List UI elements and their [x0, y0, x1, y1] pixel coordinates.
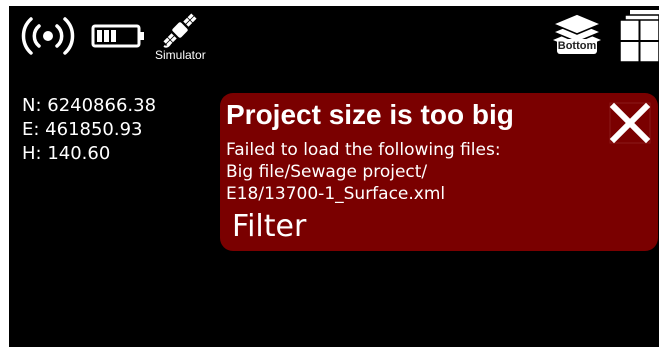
- filter-button[interactable]: Filter: [232, 209, 306, 244]
- alert-message-line: E18/13700-1_Surface.xml: [226, 184, 446, 204]
- close-icon: [609, 102, 651, 144]
- layers-button[interactable]: Bottom: [549, 10, 605, 62]
- radio-signal-icon: [21, 17, 75, 55]
- alert-message: Failed to load the following files: Big …: [226, 139, 501, 205]
- northing-value: N: 6240866.38: [22, 95, 157, 116]
- gnss-source-label: Simulator: [155, 48, 206, 62]
- position-readout: N: 6240866.38 E: 461850.93 H: 140.60: [22, 94, 156, 166]
- height-value: H: 140.60: [22, 143, 111, 164]
- alert-message-line: Failed to load the following files:: [226, 140, 501, 160]
- error-alert: Project size is too big Failed to load t…: [220, 93, 658, 251]
- alert-title: Project size is too big: [226, 99, 514, 130]
- battery-icon: [91, 24, 144, 48]
- window-layout-button[interactable]: [620, 10, 659, 62]
- close-button[interactable]: [608, 101, 652, 145]
- device-screen: Simulator Bottom N: 6240866.38 E: 461850…: [9, 6, 659, 347]
- alert-message-line: Big file/Sewage project/: [226, 162, 428, 182]
- status-bar: Simulator Bottom: [9, 6, 659, 68]
- easting-value: E: 461850.93: [22, 119, 143, 140]
- satellite-icon: [162, 12, 198, 48]
- window-layout-icon: [620, 10, 659, 62]
- layers-label: Bottom: [557, 40, 597, 52]
- layers-icon: [551, 13, 603, 54]
